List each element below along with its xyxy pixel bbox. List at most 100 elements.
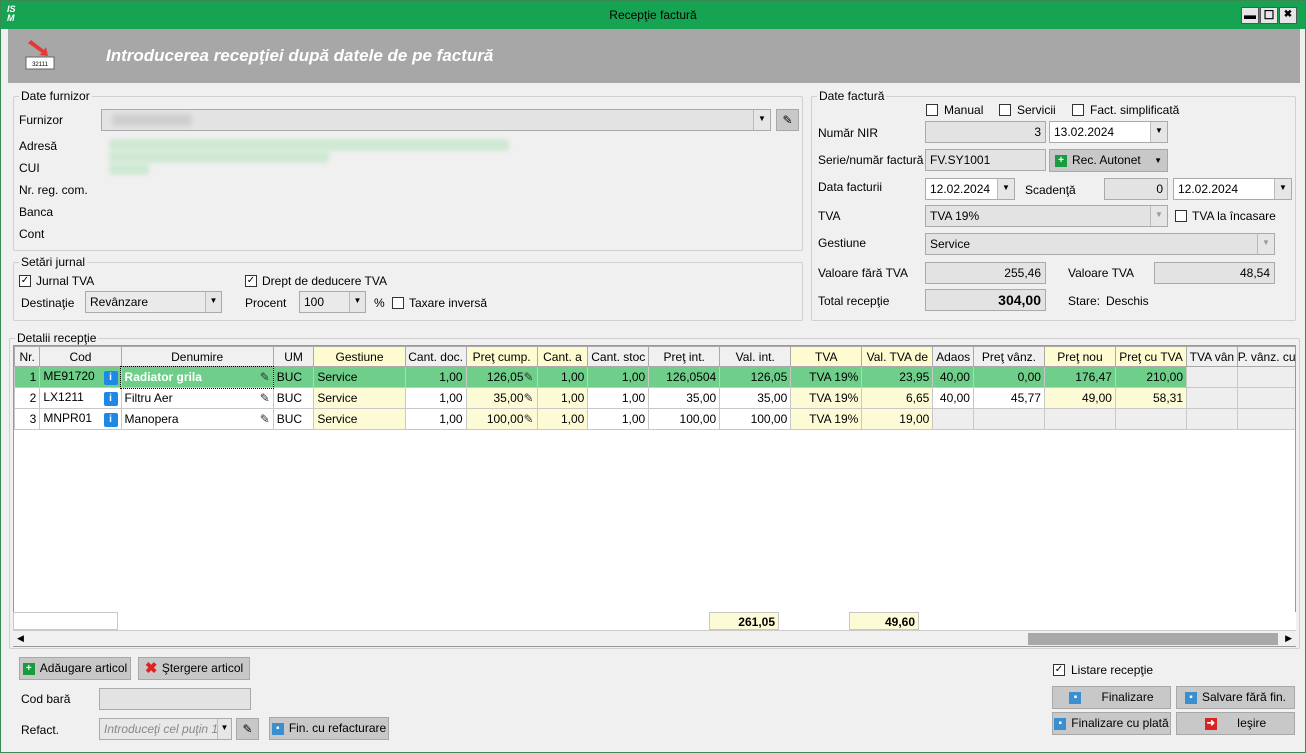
table-cell[interactable]: BUC	[272, 366, 315, 388]
table-cell[interactable]: 40,00	[932, 366, 974, 388]
scadenta-date-picker[interactable]: 12.02.2024 ▼	[1173, 178, 1292, 200]
procent-select[interactable]: 100 ▼	[299, 291, 366, 313]
table-cell[interactable]: 40,00	[932, 387, 974, 409]
table-cell[interactable]: 45,77	[972, 387, 1045, 409]
col-header[interactable]: TVA vân	[1186, 346, 1238, 367]
table-cell[interactable]: BUC	[272, 387, 315, 409]
table-cell[interactable]: ✎ 126,05	[465, 366, 538, 388]
table-cell[interactable]	[932, 408, 974, 430]
table-cell[interactable]	[1186, 387, 1238, 409]
delete-article-button[interactable]: ✖ Ştergere articol	[138, 657, 250, 680]
table-row[interactable]: 3 i MNPR01 ✎ Manopera BUC Service 1,00 ✎ 100,00 1,…	[14, 408, 1295, 430]
col-header[interactable]: Cant. doc.	[404, 346, 467, 367]
table-cell[interactable]: TVA 19%	[790, 387, 863, 409]
fact-simplificata-checkbox[interactable]	[1072, 104, 1084, 116]
table-cell[interactable]: 1,00	[587, 387, 650, 409]
finalizare-button[interactable]: ▪ Finalizare	[1052, 686, 1171, 709]
table-cell[interactable]: 35,00	[648, 387, 721, 409]
col-header[interactable]: Val. TVA de	[861, 346, 934, 367]
horizontal-scrollbar[interactable]: ◀ ▶	[13, 630, 1296, 646]
col-header[interactable]: Cant. a	[536, 346, 589, 367]
col-header[interactable]: Preţ cump.	[465, 346, 538, 367]
edit-supplier-button[interactable]: ✎	[776, 109, 799, 131]
table-cell[interactable]: 1,00	[404, 366, 467, 388]
listare-checkbox[interactable]: ✓	[1053, 664, 1065, 676]
table-cell[interactable]: ✎ Radiator grila	[120, 365, 275, 389]
furnizor-select[interactable]: ▼	[101, 109, 771, 131]
nir-number-field[interactable]: 3	[925, 121, 1046, 143]
scroll-left-icon[interactable]: ◀	[17, 633, 24, 644]
table-cell[interactable]: i MNPR01	[39, 408, 122, 430]
table-cell[interactable]: 1,00	[587, 366, 650, 388]
table-cell[interactable]: ✎ Filtru Aer	[120, 387, 274, 409]
add-article-button[interactable]: + Adăugare articol	[19, 657, 131, 680]
tva-select[interactable]: TVA 19% ▼	[925, 205, 1168, 227]
scrollbar-thumb[interactable]	[1028, 633, 1278, 645]
table-cell[interactable]: TVA 19%	[790, 408, 863, 430]
table-cell[interactable]: 100,00	[648, 408, 721, 430]
col-header[interactable]: TVA	[790, 346, 863, 367]
gestiune-select[interactable]: Service ▼	[925, 233, 1275, 255]
table-cell[interactable]: 1,00	[536, 387, 589, 409]
taxare-inversa-checkbox[interactable]	[392, 297, 404, 309]
col-header[interactable]: Preţ nou	[1043, 346, 1116, 367]
rec-autonet-button[interactable]: + Rec. Autonet ▼	[1049, 149, 1168, 172]
table-cell[interactable]	[1114, 408, 1188, 430]
pencil-icon[interactable]: ✎	[524, 391, 534, 405]
col-header[interactable]: UM	[272, 346, 315, 367]
table-cell[interactable]: 100,00	[719, 408, 792, 430]
col-header[interactable]: Preţ cu TVA	[1114, 346, 1188, 367]
col-header[interactable]: Adaos	[932, 346, 974, 367]
salvare-button[interactable]: ▪ Salvare fără fin.	[1176, 686, 1295, 709]
pencil-icon[interactable]: ✎	[524, 412, 534, 426]
table-cell[interactable]: 210,00	[1114, 366, 1188, 388]
table-row[interactable]: 1 i ME91720 ✎ Radiator grila BUC Service 1,00 ✎ 1…	[14, 365, 1295, 389]
col-header[interactable]: Nr.	[14, 346, 41, 367]
table-cell[interactable]: Service	[313, 387, 406, 409]
col-header[interactable]: Cant. stoc	[587, 346, 650, 367]
table-cell[interactable]: 1,00	[587, 408, 650, 430]
maximize-button[interactable]: ☐	[1260, 7, 1278, 24]
pencil-icon[interactable]: ✎	[260, 391, 270, 405]
table-cell[interactable]: 2	[14, 387, 41, 409]
refact-select[interactable]: Introduceţi cel puţin 1 ▼	[99, 718, 232, 740]
scroll-right-icon[interactable]: ▶	[1285, 633, 1292, 644]
minimize-button[interactable]: ▬	[1241, 7, 1259, 24]
scadenta-days-field[interactable]: 0	[1104, 178, 1168, 200]
col-header[interactable]: Denumire	[120, 346, 274, 367]
jurnal-tva-checkbox[interactable]: ✓	[19, 275, 31, 287]
table-row[interactable]: 2 i LX1211 ✎ Filtru Aer BUC Service 1,00 ✎ 35,00 1…	[14, 387, 1295, 409]
data-facturii-picker[interactable]: 12.02.2024 ▼	[925, 178, 1015, 200]
servicii-checkbox[interactable]	[999, 104, 1011, 116]
nir-date-picker[interactable]: 13.02.2024 ▼	[1049, 121, 1168, 143]
table-cell[interactable]: 19,00	[861, 408, 934, 430]
info-icon[interactable]: i	[103, 392, 118, 406]
table-cell[interactable]: 1,00	[404, 387, 467, 409]
table-cell[interactable]: TVA 19%	[790, 366, 863, 388]
destinatie-select[interactable]: Revânzare ▼	[85, 291, 222, 313]
tva-incasare-checkbox[interactable]	[1175, 210, 1187, 222]
manual-checkbox[interactable]	[926, 104, 938, 116]
info-icon[interactable]: i	[103, 371, 118, 385]
table-cell[interactable]: 58,31	[1114, 387, 1188, 409]
serie-field[interactable]: FV.SY1001	[925, 149, 1046, 171]
table-cell[interactable]: i ME91720	[39, 366, 122, 388]
table-cell[interactable]	[1236, 408, 1295, 430]
pencil-icon[interactable]: ✎	[260, 370, 270, 384]
table-cell[interactable]	[972, 408, 1045, 430]
table-cell[interactable]: BUC	[272, 408, 315, 430]
finalizare-plata-button[interactable]: ▪ Finalizare cu plată	[1052, 712, 1171, 735]
table-cell[interactable]: 35,00	[719, 387, 792, 409]
table-cell[interactable]: 1,00	[536, 408, 589, 430]
table-cell[interactable]: 126,05	[719, 366, 792, 388]
col-header[interactable]: Val. int.	[719, 346, 792, 367]
col-header[interactable]: Cod	[39, 346, 122, 367]
table-cell[interactable]: 1	[14, 366, 41, 388]
table-cell[interactable]: 0,00	[972, 366, 1045, 388]
col-header[interactable]: Gestiune	[313, 346, 406, 367]
table-cell[interactable]: ✎ 100,00	[465, 408, 538, 430]
col-header[interactable]: Preţ int.	[648, 346, 721, 367]
table-cell[interactable]: 126,0504	[648, 366, 721, 388]
table-cell[interactable]	[1043, 408, 1116, 430]
iesire-button[interactable]: ➜ Ieşire	[1176, 712, 1295, 735]
